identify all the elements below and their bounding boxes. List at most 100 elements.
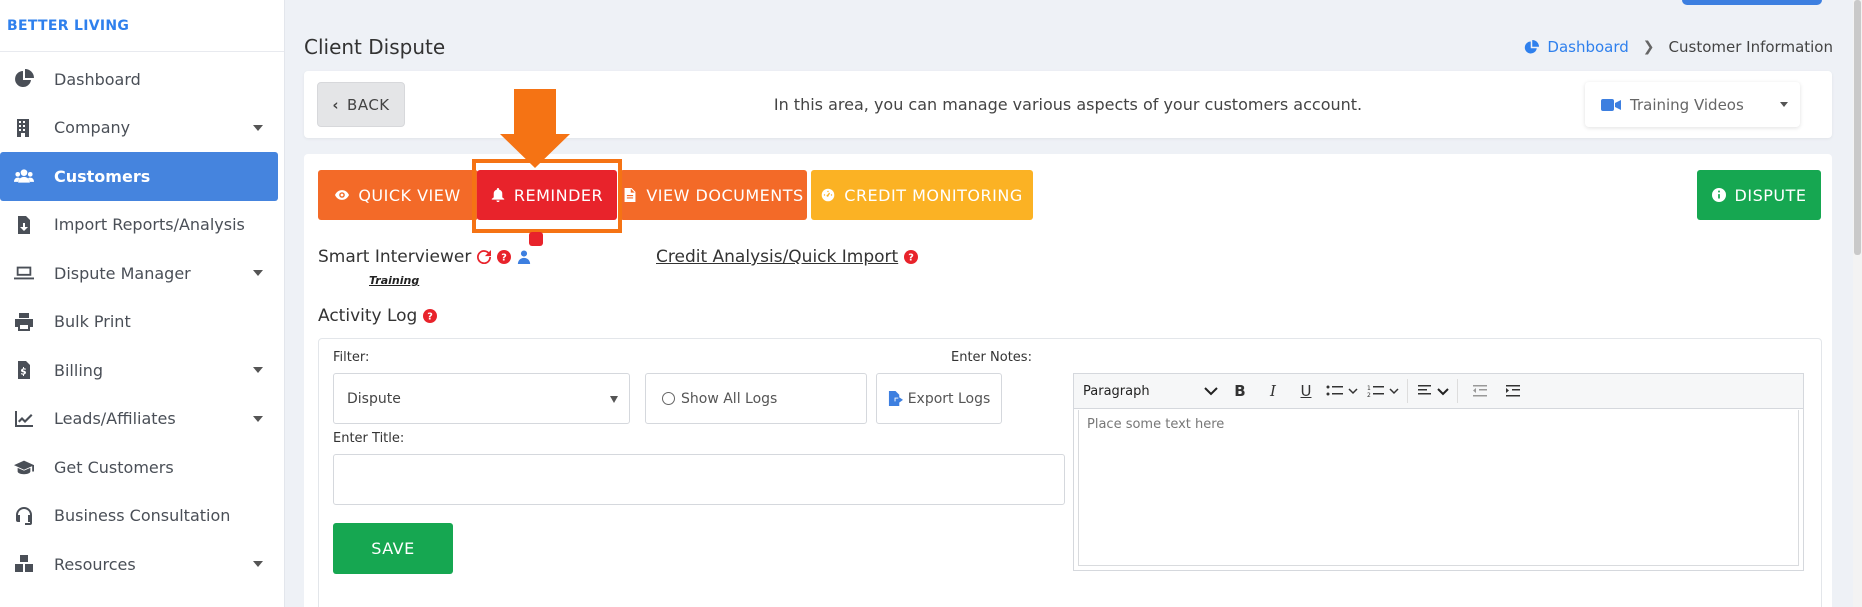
filter-value: Dispute (347, 390, 401, 407)
building-icon (12, 118, 36, 138)
svg-text:2: 2 (1367, 392, 1371, 398)
file-export-icon (888, 391, 903, 406)
help-icon[interactable]: ? (904, 250, 919, 264)
breadcrumb-home-label: Dashboard (1547, 38, 1629, 56)
smart-interviewer[interactable]: Smart Interviewer ? (318, 247, 531, 267)
sidebar-item-leads-affiliates[interactable]: Leads/Affiliates (0, 395, 284, 444)
title-input[interactable] (333, 454, 1065, 505)
graduation-cap-icon (12, 457, 36, 477)
toolbar-separator (1457, 379, 1458, 403)
document-icon (624, 188, 636, 202)
dispute-button[interactable]: DISPUTE (1697, 170, 1821, 220)
chart-line-icon (12, 409, 36, 429)
sidebar-item-dispute-manager[interactable]: Dispute Manager (0, 249, 284, 298)
sidebar-item-label: Business Consultation (54, 506, 231, 526)
gauge-icon (821, 188, 835, 202)
info-circle-icon (1711, 188, 1726, 202)
filter-select[interactable]: Dispute (333, 373, 630, 424)
reminder-highlight-box (472, 159, 622, 233)
svg-text:?: ? (428, 312, 434, 323)
user-tie-icon[interactable] (517, 250, 531, 264)
arrow-down-icon (500, 134, 570, 168)
sidebar-item-get-customers[interactable]: Get Customers (0, 443, 284, 492)
printer-icon (12, 312, 36, 332)
view-documents-label: VIEW DOCUMENTS (646, 185, 804, 205)
sidebar-item-label: Bulk Print (54, 312, 131, 332)
numbered-list-icon[interactable]: 12 (1365, 378, 1403, 405)
quick-view-button[interactable]: QUICK VIEW (318, 170, 478, 220)
chevron-down-icon (253, 124, 263, 131)
radio-icon[interactable] (662, 392, 675, 405)
svg-text:?: ? (502, 253, 508, 264)
paragraph-label: Paragraph (1083, 383, 1150, 399)
show-all-logs-radio[interactable]: Show All Logs (645, 373, 867, 424)
sidebar-item-import-reports[interactable]: Import Reports/Analysis (0, 201, 284, 250)
training-videos-select[interactable]: Training Videos (1585, 82, 1800, 127)
help-icon[interactable]: ? (423, 309, 438, 323)
view-documents-button[interactable]: VIEW DOCUMENTS (620, 170, 807, 220)
sidebar-item-label: Get Customers (54, 457, 174, 477)
brand-logo[interactable]: BETTER LIVING (0, 0, 284, 52)
italic-icon[interactable]: I (1258, 378, 1288, 405)
sidebar-nav: Dashboard Company Customers Import Repor… (0, 52, 284, 589)
users-icon (12, 166, 36, 186)
invoice-icon (12, 360, 36, 380)
sidebar-item-label: Import Reports/Analysis (54, 215, 245, 235)
page-scrollbar[interactable] (1853, 0, 1862, 607)
sidebar-item-label: Dispute Manager (54, 263, 191, 283)
refresh-icon[interactable] (477, 250, 492, 264)
help-icon[interactable]: ? (497, 250, 512, 264)
export-logs-button[interactable]: Export Logs (876, 373, 1002, 424)
notes-label: Enter Notes: (951, 350, 1032, 365)
paragraph-format-select[interactable]: Paragraph (1079, 378, 1222, 405)
export-logs-label: Export Logs (907, 390, 991, 407)
chevron-right-icon: ❯ (1642, 39, 1655, 55)
sidebar: BETTER LIVING Dashboard Company Customer… (0, 0, 285, 607)
svg-text:1: 1 (1367, 385, 1371, 392)
chevron-down-icon (253, 415, 263, 422)
filter-label: Filter: (333, 350, 370, 365)
training-link[interactable]: Training (369, 274, 419, 287)
sidebar-item-bulk-print[interactable]: Bulk Print (0, 298, 284, 347)
credit-analysis-link[interactable]: Credit Analysis/Quick Import ? (656, 247, 919, 267)
breadcrumb-dashboard-link[interactable]: Dashboard (1524, 38, 1629, 56)
chevron-down-icon (253, 270, 263, 277)
sidebar-item-billing[interactable]: Billing (0, 346, 284, 395)
scrollbar-thumb[interactable] (1854, 0, 1861, 255)
eye-icon (335, 190, 350, 200)
quick-view-label: QUICK VIEW (358, 185, 461, 205)
toolbar-separator (1407, 379, 1408, 403)
sidebar-item-label: Company (54, 118, 131, 138)
bulleted-list-icon[interactable] (1324, 378, 1362, 405)
svg-text:?: ? (908, 253, 914, 264)
pie-chart-icon (12, 69, 36, 89)
save-button[interactable]: SAVE (333, 523, 453, 574)
chevron-down-icon (253, 367, 263, 374)
show-all-logs-label: Show All Logs (681, 390, 778, 407)
chevron-down-icon (253, 561, 263, 568)
breadcrumb-current: Customer Information (1668, 38, 1833, 56)
bold-icon[interactable]: B (1225, 378, 1255, 405)
sidebar-item-customers[interactable]: Customers (0, 152, 278, 201)
credit-analysis-label: Credit Analysis/Quick Import (656, 247, 899, 267)
sidebar-item-resources[interactable]: Resources (0, 540, 284, 589)
notes-editor-body[interactable]: Place some text here (1078, 410, 1799, 566)
sidebar-item-label: Customers (54, 166, 151, 186)
top-user-button[interactable] (1682, 0, 1822, 5)
breadcrumb: Dashboard ❯ Customer Information (1524, 38, 1833, 56)
sidebar-item-company[interactable]: Company (0, 104, 284, 153)
indent-icon[interactable] (1498, 378, 1528, 405)
chevron-down-icon (610, 396, 618, 403)
editor-toolbar: Paragraph B I U 12 (1074, 374, 1803, 409)
credit-monitoring-button[interactable]: CREDIT MONITORING (811, 170, 1033, 220)
boxes-icon (12, 554, 36, 574)
main-card: QUICK VIEW REMINDER VIEW DOCUMENTS CREDI… (304, 89, 1832, 607)
pointer-arrow-shaft (514, 89, 556, 134)
sidebar-item-dashboard[interactable]: Dashboard (0, 55, 284, 104)
sidebar-item-business-consultation[interactable]: Business Consultation (0, 492, 284, 541)
align-left-icon[interactable] (1415, 378, 1453, 405)
outdent-icon[interactable] (1465, 378, 1495, 405)
underline-icon[interactable]: U (1291, 378, 1321, 405)
title-label: Enter Title: (333, 431, 405, 446)
file-import-icon (12, 215, 36, 235)
